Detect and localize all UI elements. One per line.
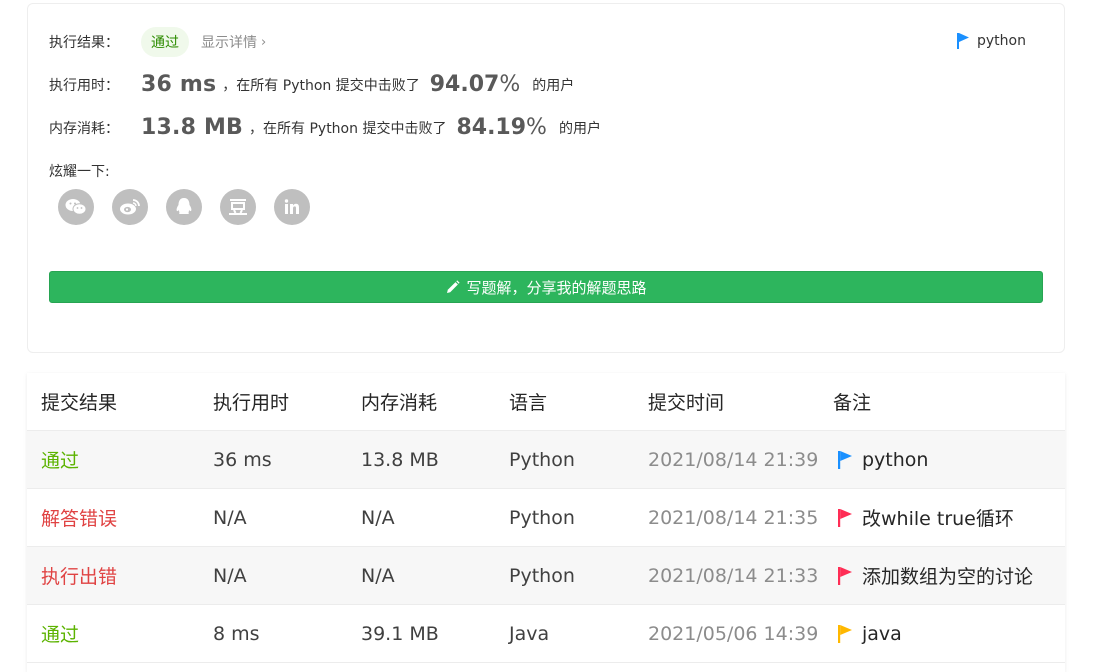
memory-label: 内存消耗： (49, 120, 119, 137)
memory-cell: N/A (361, 564, 395, 587)
runtime-percentile: 94.07 (429, 72, 500, 97)
note-cell[interactable]: 添加数组为空的讨论 (837, 562, 1033, 589)
note-cell[interactable]: python (837, 449, 928, 471)
time-cell: 2021/05/06 14:39 (648, 622, 819, 645)
column-header-note: 备注 (833, 392, 872, 414)
status-badge: 通过 (141, 27, 189, 57)
column-header-result: 提交结果 (41, 392, 118, 414)
runtime-cell: N/A (213, 564, 247, 587)
runtime-cell: 36 ms (213, 448, 272, 471)
note-cell[interactable]: java (837, 623, 902, 645)
note-label: java (862, 622, 902, 645)
runtime-users-text: 的用户 (532, 77, 575, 94)
runtime-cell: 8 ms (213, 622, 260, 645)
table-row[interactable]: 通过 36 ms 13.8 MB Python 2021/08/14 21:39… (27, 431, 1065, 489)
note-label: 添加数组为空的讨论 (862, 566, 1034, 588)
result-link[interactable]: 解答错误 (41, 504, 117, 531)
weibo-icon[interactable] (112, 189, 148, 225)
memory-users-text: 的用户 (558, 120, 601, 137)
language-tag-label: python (977, 33, 1026, 49)
flag-icon (837, 508, 853, 528)
flag-icon (837, 624, 853, 644)
language-cell: Java (509, 622, 550, 645)
share-buttons (58, 189, 310, 225)
note-label: python (862, 448, 929, 471)
chevron-right-icon: › (261, 34, 267, 50)
linkedin-icon[interactable] (274, 189, 310, 225)
runtime-cell: N/A (213, 506, 247, 529)
wechat-icon[interactable] (58, 189, 94, 225)
language-cell: Python (509, 448, 575, 471)
write-solution-button[interactable]: 写题解，分享我的解题思路 (49, 271, 1043, 303)
memory-beat-text: ，在所有 Python 提交中击败了 (249, 120, 447, 137)
runtime-value: 36 ms (141, 72, 217, 97)
column-header-memory: 内存消耗 (361, 392, 438, 414)
submission-result-card: 执行结果： 通过 显示详情 › python 执行用时： 36 ms ，在所有 … (27, 3, 1065, 353)
memory-cell: N/A (361, 506, 395, 529)
note-cell[interactable]: 改while true循环 (837, 504, 1014, 531)
time-cell: 2021/08/14 21:33 (648, 564, 819, 587)
result-link[interactable]: 执行出错 (41, 562, 117, 589)
column-header-runtime: 执行用时 (213, 392, 290, 414)
show-details-link[interactable]: 显示详情 › (201, 32, 266, 52)
qq-icon[interactable] (166, 189, 202, 225)
result-label: 执行结果： (49, 35, 119, 51)
table-header: 提交结果 执行用时 内存消耗 语言 提交时间 备注 (27, 373, 1065, 431)
share-label: 炫耀一下: (49, 164, 110, 180)
language-tag[interactable]: python (956, 32, 1026, 50)
runtime-label: 执行用时： (49, 77, 119, 94)
memory-cell: 39.1 MB (361, 622, 439, 645)
flag-icon (956, 32, 970, 50)
result-row: 执行结果： 通过 显示详情 › (49, 27, 266, 57)
pencil-icon (445, 279, 461, 295)
memory-percentile: 84.19 (456, 115, 527, 140)
share-label-row: 炫耀一下: (49, 161, 110, 181)
table-row[interactable]: 通过 8 ms 39.1 MB Java 2021/05/06 14:39 ja… (27, 605, 1065, 663)
douban-icon[interactable] (220, 189, 256, 225)
memory-value: 13.8 MB (141, 115, 244, 140)
flag-icon (837, 450, 853, 470)
table-row[interactable]: 解答错误 N/A N/A Python 2021/08/14 21:35 改wh… (27, 489, 1065, 547)
language-cell: Python (509, 564, 575, 587)
show-details-label: 显示详情 (201, 35, 257, 51)
time-cell: 2021/08/14 21:39 (648, 448, 819, 471)
result-link[interactable]: 通过 (41, 446, 79, 473)
result-link[interactable]: 通过 (41, 620, 79, 647)
table-row[interactable]: 执行出错 N/A N/A Python 2021/08/14 21:33 添加数… (27, 547, 1065, 605)
memory-row: 内存消耗： 13.8 MB ，在所有 Python 提交中击败了 84.19 %… (49, 115, 601, 140)
column-header-language: 语言 (509, 392, 548, 414)
runtime-beat-text: ，在所有 Python 提交中击败了 (222, 77, 420, 94)
write-solution-label: 写题解，分享我的解题思路 (466, 278, 647, 297)
language-cell: Python (509, 506, 575, 529)
runtime-percent-symbol: % (499, 72, 521, 97)
note-label: 改while true循环 (862, 508, 1014, 530)
memory-percent-symbol: % (526, 115, 547, 140)
column-header-time: 提交时间 (648, 392, 725, 414)
flag-icon (837, 566, 853, 586)
submissions-table: 提交结果 执行用时 内存消耗 语言 提交时间 备注 通过 36 ms 13.8 … (27, 373, 1065, 672)
memory-cell: 13.8 MB (361, 448, 439, 471)
time-cell: 2021/08/14 21:35 (648, 506, 819, 529)
runtime-row: 执行用时： 36 ms ，在所有 Python 提交中击败了 94.07 % 的… (49, 72, 574, 97)
